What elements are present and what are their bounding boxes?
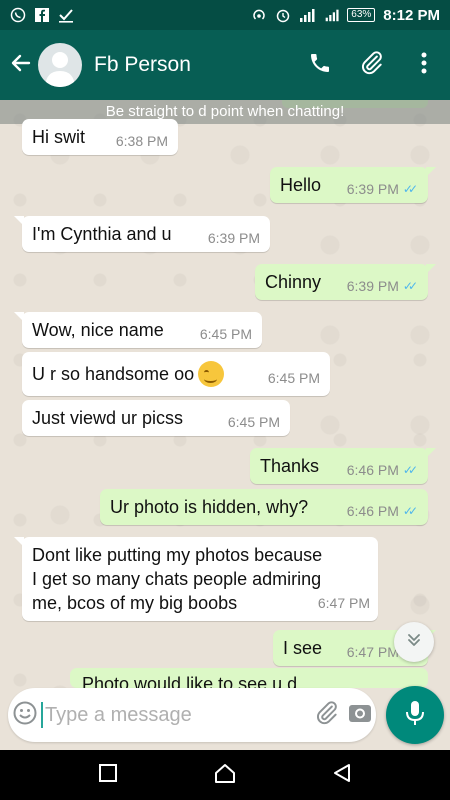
scroll-to-bottom-button[interactable] xyxy=(394,622,434,662)
message-text: Wow, nice name xyxy=(32,319,164,340)
voice-call-button[interactable] xyxy=(294,30,346,100)
message-time: 6:39 PM xyxy=(346,278,399,294)
clock: 8:12 PM xyxy=(383,6,440,24)
recents-square-icon xyxy=(98,763,118,788)
message-incoming[interactable]: U r so handsome oo 6:45 PM xyxy=(22,352,330,396)
camera-button[interactable] xyxy=(343,688,376,742)
message-text: U r so handsome oo xyxy=(32,363,195,384)
message-time: 6:46 PM xyxy=(346,503,399,519)
emoji-button[interactable] xyxy=(8,688,41,742)
attachment-icon xyxy=(314,700,340,731)
read-ticks-icon: ✓✓ xyxy=(402,504,418,518)
attach-file-button[interactable] xyxy=(310,688,343,742)
more-vert-icon xyxy=(421,52,427,79)
signal-3g-icon xyxy=(323,7,339,23)
chat-area[interactable]: Be straight to d point when chatting! Hi… xyxy=(0,100,450,750)
partial-message-bottom: Photo would like to see u,d… xyxy=(70,668,428,688)
home-button[interactable] xyxy=(195,750,255,800)
message-text: I see xyxy=(283,637,323,658)
contact-name[interactable]: Fb Person xyxy=(94,53,294,77)
message-text: Thanks xyxy=(260,455,320,476)
message-outgoing[interactable]: Thanks 6:46 PM ✓✓ xyxy=(250,448,436,484)
default-avatar-icon xyxy=(45,52,75,87)
message-composer xyxy=(8,688,376,742)
back-button[interactable] xyxy=(4,30,38,100)
more-options-button[interactable] xyxy=(398,30,450,100)
back-arrow-icon xyxy=(9,51,33,80)
camera-icon xyxy=(347,701,373,730)
hotspot-icon xyxy=(251,7,267,23)
system-nav-bar xyxy=(0,750,450,800)
voice-message-button[interactable] xyxy=(386,686,444,744)
message-time: 6:45 PM xyxy=(267,370,320,386)
message-time: 6:38 PM xyxy=(115,133,168,149)
message-incoming[interactable]: I'm Cynthia and u 6:39 PM xyxy=(14,216,270,252)
message-incoming[interactable]: Hi swit 6:38 PM xyxy=(22,119,178,155)
emoji-icon xyxy=(12,700,38,731)
whatsapp-icon xyxy=(10,7,26,23)
checkbox-icon xyxy=(58,7,74,23)
attach-button[interactable] xyxy=(346,30,398,100)
message-time: 6:39 PM xyxy=(346,181,399,197)
message-text: Just viewd ur picss xyxy=(32,407,184,428)
status-bar: 63% 8:12 PM xyxy=(0,0,450,30)
message-text: Ur photo is hidden, why? xyxy=(110,496,309,517)
message-time: 6:47 PM xyxy=(317,595,370,611)
battery-icon: 63% xyxy=(347,8,376,22)
avatar[interactable] xyxy=(38,43,82,87)
alarm-icon xyxy=(275,7,291,23)
message-text: Chinny xyxy=(265,271,322,292)
message-time: 6:47 PM xyxy=(346,644,399,660)
phone-icon xyxy=(308,51,332,80)
smirking-face-emoji-icon xyxy=(198,361,225,387)
message-outgoing[interactable]: Hello 6:39 PM ✓✓ xyxy=(270,167,436,203)
back-triangle-icon xyxy=(331,762,353,789)
signal-icon xyxy=(299,7,315,23)
facebook-icon xyxy=(34,7,50,23)
read-ticks-icon: ✓✓ xyxy=(402,279,418,293)
message-text: I'm Cynthia and u xyxy=(32,223,172,244)
recents-button[interactable] xyxy=(78,750,138,800)
back-button-nav[interactable] xyxy=(312,750,372,800)
message-time: 6:45 PM xyxy=(199,326,252,342)
message-line: Dont like putting my photos because xyxy=(32,545,323,565)
message-outgoing[interactable]: Chinny 6:39 PM ✓✓ xyxy=(255,264,436,300)
message-text: Hi swit xyxy=(32,126,85,147)
message-time: 6:46 PM xyxy=(346,462,399,478)
chat-header: Fb Person xyxy=(0,30,450,100)
mic-icon xyxy=(404,699,426,732)
message-time: 6:45 PM xyxy=(227,414,280,430)
message-incoming[interactable]: Just viewd ur picss 6:45 PM xyxy=(22,400,290,436)
home-icon xyxy=(213,762,237,789)
message-outgoing[interactable]: Ur photo is hidden, why? 6:46 PM ✓✓ xyxy=(100,489,428,525)
message-time: 6:39 PM xyxy=(207,230,260,246)
attachment-icon xyxy=(359,50,385,81)
message-text: Hello xyxy=(280,174,322,195)
read-ticks-icon: ✓✓ xyxy=(402,463,418,477)
read-ticks-icon: ✓✓ xyxy=(402,182,418,196)
message-input[interactable] xyxy=(41,702,310,728)
double-chevron-down-icon xyxy=(405,631,423,654)
message-line: I get so many chats people admiring xyxy=(32,569,322,589)
message-incoming[interactable]: Wow, nice name 6:45 PM xyxy=(14,312,262,348)
message-incoming[interactable]: Dont like putting my photos because I ge… xyxy=(14,537,378,621)
